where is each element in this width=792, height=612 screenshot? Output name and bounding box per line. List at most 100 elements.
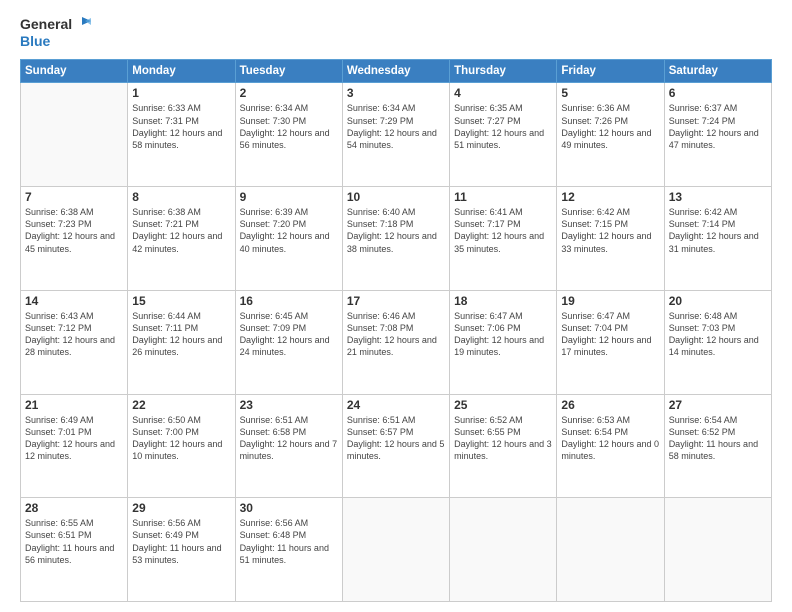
- cell-details: Sunrise: 6:34 AMSunset: 7:29 PMDaylight:…: [347, 102, 445, 151]
- logo-flag-icon: [73, 16, 91, 34]
- day-number: 21: [25, 398, 123, 412]
- cell-details: Sunrise: 6:46 AMSunset: 7:08 PMDaylight:…: [347, 310, 445, 359]
- day-number: 5: [561, 86, 659, 100]
- col-wednesday: Wednesday: [342, 60, 449, 83]
- week-row-3: 14 Sunrise: 6:43 AMSunset: 7:12 PMDayligh…: [21, 290, 772, 394]
- week-row-1: 1Sunrise: 6:33 AMSunset: 7:31 PMDaylight…: [21, 83, 772, 187]
- calendar-cell: [450, 498, 557, 602]
- cell-details: Sunrise: 6:36 AMSunset: 7:26 PMDaylight:…: [561, 102, 659, 151]
- calendar-cell: 21Sunrise: 6:49 AMSunset: 7:01 PMDayligh…: [21, 394, 128, 498]
- calendar-cell: 24 Sunrise: 6:51 AMSunset: 6:57 PMDayligh…: [342, 394, 449, 498]
- calendar-cell: 1Sunrise: 6:33 AMSunset: 7:31 PMDaylight…: [128, 83, 235, 187]
- day-number: 25: [454, 398, 552, 412]
- day-number: 28: [25, 501, 123, 515]
- day-number: 15: [132, 294, 230, 308]
- calendar-cell: 27 Sunrise: 6:54 AMSunset: 6:52 PMDayligh…: [664, 394, 771, 498]
- cell-details: Sunrise: 6:39 AMSunset: 7:20 PMDaylight:…: [240, 206, 338, 255]
- day-number: 3: [347, 86, 445, 100]
- day-number: 18: [454, 294, 552, 308]
- calendar-cell: 14 Sunrise: 6:43 AMSunset: 7:12 PMDayligh…: [21, 290, 128, 394]
- day-number: 1: [132, 86, 230, 100]
- calendar-cell: 3 Sunrise: 6:34 AMSunset: 7:29 PMDaylight…: [342, 83, 449, 187]
- cell-details: Sunrise: 6:54 AMSunset: 6:52 PMDaylight:…: [669, 414, 767, 463]
- col-sunday: Sunday: [21, 60, 128, 83]
- logo: General Blue: [20, 16, 91, 49]
- calendar-cell: 7 Sunrise: 6:38 AMSunset: 7:23 PMDaylight…: [21, 187, 128, 291]
- day-number: 24: [347, 398, 445, 412]
- day-number: 6: [669, 86, 767, 100]
- calendar-cell: 2Sunrise: 6:34 AMSunset: 7:30 PMDaylight…: [235, 83, 342, 187]
- day-number: 4: [454, 86, 552, 100]
- week-row-5: 28 Sunrise: 6:55 AMSunset: 6:51 PMDayligh…: [21, 498, 772, 602]
- cell-details: Sunrise: 6:55 AMSunset: 6:51 PMDaylight:…: [25, 517, 123, 566]
- calendar-cell: 30Sunrise: 6:56 AMSunset: 6:48 PMDayligh…: [235, 498, 342, 602]
- cell-details: Sunrise: 6:53 AMSunset: 6:54 PMDaylight:…: [561, 414, 659, 463]
- day-number: 19: [561, 294, 659, 308]
- cell-details: Sunrise: 6:34 AMSunset: 7:30 PMDaylight:…: [240, 102, 338, 151]
- cell-details: Sunrise: 6:51 AMSunset: 6:57 PMDaylight:…: [347, 414, 445, 463]
- cell-details: Sunrise: 6:50 AMSunset: 7:00 PMDaylight:…: [132, 414, 230, 463]
- cell-details: Sunrise: 6:41 AMSunset: 7:17 PMDaylight:…: [454, 206, 552, 255]
- calendar-cell: 12Sunrise: 6:42 AMSunset: 7:15 PMDayligh…: [557, 187, 664, 291]
- col-saturday: Saturday: [664, 60, 771, 83]
- day-number: 23: [240, 398, 338, 412]
- col-tuesday: Tuesday: [235, 60, 342, 83]
- day-number: 13: [669, 190, 767, 204]
- day-number: 20: [669, 294, 767, 308]
- cell-details: Sunrise: 6:35 AMSunset: 7:27 PMDaylight:…: [454, 102, 552, 151]
- logo-general: General: [20, 17, 72, 32]
- cell-details: Sunrise: 6:44 AMSunset: 7:11 PMDaylight:…: [132, 310, 230, 359]
- cell-details: Sunrise: 6:42 AMSunset: 7:15 PMDaylight:…: [561, 206, 659, 255]
- day-number: 10: [347, 190, 445, 204]
- cell-details: Sunrise: 6:56 AMSunset: 6:48 PMDaylight:…: [240, 517, 338, 566]
- calendar-cell: 18 Sunrise: 6:47 AMSunset: 7:06 PMDayligh…: [450, 290, 557, 394]
- day-number: 7: [25, 190, 123, 204]
- calendar-cell: 6 Sunrise: 6:37 AMSunset: 7:24 PMDaylight…: [664, 83, 771, 187]
- cell-details: Sunrise: 6:47 AMSunset: 7:04 PMDaylight:…: [561, 310, 659, 359]
- week-row-2: 7 Sunrise: 6:38 AMSunset: 7:23 PMDaylight…: [21, 187, 772, 291]
- day-number: 17: [347, 294, 445, 308]
- calendar-cell: [342, 498, 449, 602]
- page: General Blue Sunday Monday Tuesday Wedne…: [0, 0, 792, 612]
- calendar-cell: 20 Sunrise: 6:48 AMSunset: 7:03 PMDayligh…: [664, 290, 771, 394]
- cell-details: Sunrise: 6:38 AMSunset: 7:23 PMDaylight:…: [25, 206, 123, 255]
- calendar-cell: 25 Sunrise: 6:52 AMSunset: 6:55 PMDayligh…: [450, 394, 557, 498]
- cell-details: Sunrise: 6:45 AMSunset: 7:09 PMDaylight:…: [240, 310, 338, 359]
- cell-details: Sunrise: 6:43 AMSunset: 7:12 PMDaylight:…: [25, 310, 123, 359]
- day-number: 9: [240, 190, 338, 204]
- calendar-cell: 19 Sunrise: 6:47 AMSunset: 7:04 PMDayligh…: [557, 290, 664, 394]
- cell-details: Sunrise: 6:47 AMSunset: 7:06 PMDaylight:…: [454, 310, 552, 359]
- day-number: 16: [240, 294, 338, 308]
- cell-details: Sunrise: 6:51 AMSunset: 6:58 PMDaylight:…: [240, 414, 338, 463]
- day-number: 14: [25, 294, 123, 308]
- calendar-cell: 28 Sunrise: 6:55 AMSunset: 6:51 PMDayligh…: [21, 498, 128, 602]
- col-thursday: Thursday: [450, 60, 557, 83]
- calendar-cell: 17 Sunrise: 6:46 AMSunset: 7:08 PMDayligh…: [342, 290, 449, 394]
- cell-details: Sunrise: 6:48 AMSunset: 7:03 PMDaylight:…: [669, 310, 767, 359]
- calendar-cell: 4 Sunrise: 6:35 AMSunset: 7:27 PMDaylight…: [450, 83, 557, 187]
- calendar-cell: 15 Sunrise: 6:44 AMSunset: 7:11 PMDayligh…: [128, 290, 235, 394]
- calendar-cell: 5 Sunrise: 6:36 AMSunset: 7:26 PMDaylight…: [557, 83, 664, 187]
- cell-details: Sunrise: 6:56 AMSunset: 6:49 PMDaylight:…: [132, 517, 230, 566]
- calendar-cell: [664, 498, 771, 602]
- col-monday: Monday: [128, 60, 235, 83]
- week-row-4: 21Sunrise: 6:49 AMSunset: 7:01 PMDayligh…: [21, 394, 772, 498]
- cell-details: Sunrise: 6:37 AMSunset: 7:24 PMDaylight:…: [669, 102, 767, 151]
- day-number: 26: [561, 398, 659, 412]
- cell-details: Sunrise: 6:40 AMSunset: 7:18 PMDaylight:…: [347, 206, 445, 255]
- cell-details: Sunrise: 6:52 AMSunset: 6:55 PMDaylight:…: [454, 414, 552, 463]
- header: General Blue: [20, 16, 772, 49]
- calendar-cell: [21, 83, 128, 187]
- calendar-cell: [557, 498, 664, 602]
- calendar-cell: 10 Sunrise: 6:40 AMSunset: 7:18 PMDayligh…: [342, 187, 449, 291]
- col-friday: Friday: [557, 60, 664, 83]
- day-number: 22: [132, 398, 230, 412]
- day-number: 8: [132, 190, 230, 204]
- calendar-cell: 13Sunrise: 6:42 AMSunset: 7:14 PMDayligh…: [664, 187, 771, 291]
- calendar-cell: 11Sunrise: 6:41 AMSunset: 7:17 PMDayligh…: [450, 187, 557, 291]
- header-row: Sunday Monday Tuesday Wednesday Thursday…: [21, 60, 772, 83]
- calendar-cell: 23 Sunrise: 6:51 AMSunset: 6:58 PMDayligh…: [235, 394, 342, 498]
- logo-blue: Blue: [20, 34, 50, 49]
- calendar-table: Sunday Monday Tuesday Wednesday Thursday…: [20, 59, 772, 602]
- day-number: 27: [669, 398, 767, 412]
